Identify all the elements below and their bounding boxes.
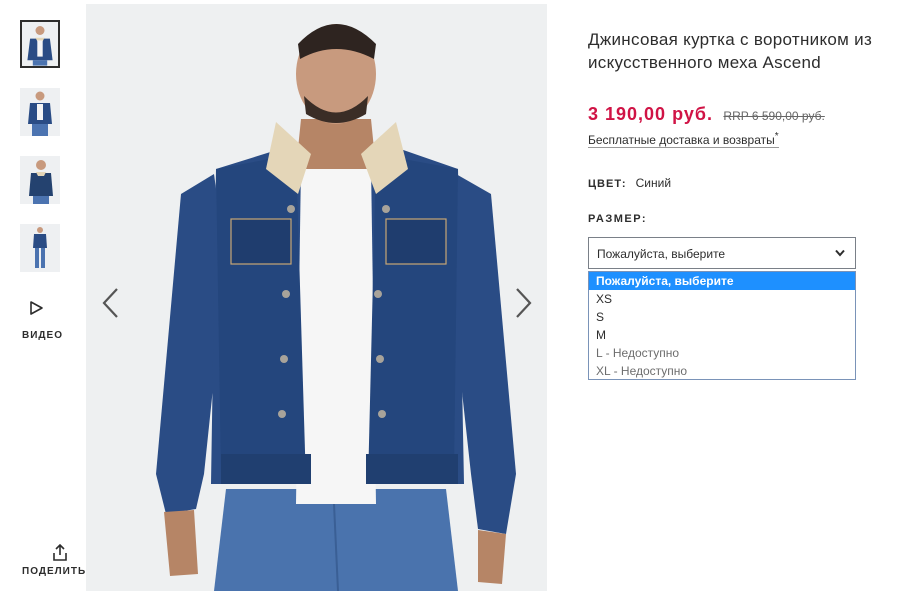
thumbnail-4[interactable] <box>20 224 60 272</box>
size-option-placeholder[interactable]: Пожалуйста, выберите <box>589 272 855 290</box>
size-option-l[interactable]: L - Недоступно <box>589 344 855 362</box>
chevron-right-icon[interactable] <box>514 287 534 319</box>
thumbnail-3[interactable] <box>20 156 60 204</box>
thumbnail-2-image <box>20 88 60 136</box>
product-title: Джинсовая куртка с воротником из искусст… <box>588 30 873 72</box>
video-button[interactable]: ВИДЕО <box>22 300 66 341</box>
share-icon <box>53 544 67 561</box>
color-value: Синий <box>635 176 672 190</box>
thumbnail-3-image <box>20 156 60 204</box>
play-icon <box>30 301 43 315</box>
product-photo <box>86 4 547 591</box>
rrp-price: RRP 6 590,00 руб. <box>723 109 825 123</box>
thumbnail-4-image <box>20 224 60 272</box>
size-select[interactable]: Пожалуйста, выберите <box>588 237 856 269</box>
size-label: РАЗМЕР: <box>588 213 648 225</box>
color-row: ЦВЕТ: Синий <box>588 176 671 190</box>
thumbnail-1-image <box>22 22 58 66</box>
chevron-left-icon[interactable] <box>100 287 120 319</box>
video-label: ВИДЕО <box>22 330 63 341</box>
size-option-m[interactable]: M <box>589 326 855 344</box>
delivery-mark: * <box>774 131 779 142</box>
thumbnail-2[interactable] <box>20 88 60 136</box>
size-select-value: Пожалуйста, выберите <box>597 247 726 261</box>
current-price: 3 190,00 руб. <box>588 104 713 124</box>
free-delivery-link[interactable]: Бесплатные доставка и возвраты* <box>588 131 779 148</box>
size-option-xl[interactable]: XL - Недоступно <box>589 362 855 380</box>
thumbnail-1[interactable] <box>20 20 60 68</box>
color-label: ЦВЕТ: <box>588 178 627 190</box>
price-row: 3 190,00 руб. RRP 6 590,00 руб. <box>588 104 825 125</box>
delivery-text: Бесплатные доставка и возвраты <box>588 133 775 147</box>
chevron-down-icon <box>835 249 845 257</box>
main-product-image <box>86 4 547 591</box>
size-dropdown-list: Пожалуйста, выберите XS S M L - Недоступ… <box>588 271 856 380</box>
size-option-xs[interactable]: XS <box>589 290 855 308</box>
product-details: Джинсовая куртка с воротником из искусст… <box>588 28 878 225</box>
size-option-s[interactable]: S <box>589 308 855 326</box>
